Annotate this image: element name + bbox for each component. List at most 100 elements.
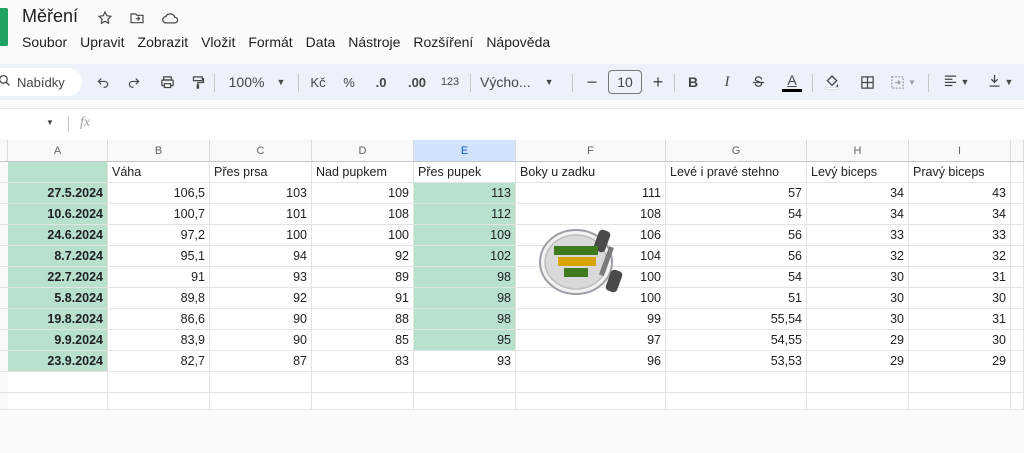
date-cell[interactable]: 5.8.2024 (8, 288, 108, 309)
undo-icon[interactable] (94, 64, 112, 100)
value-cell[interactable]: 57 (666, 183, 807, 204)
value-cell[interactable]: 93 (210, 267, 312, 288)
date-cell[interactable]: 10.6.2024 (8, 204, 108, 225)
header-cell[interactable]: Levé i pravé stehno (666, 162, 807, 183)
value-cell[interactable]: 56 (666, 246, 807, 267)
date-cell[interactable]: 22.7.2024 (8, 267, 108, 288)
merge-cells-icon[interactable]: ▼ (887, 64, 919, 100)
decrease-font-size-button[interactable]: − (582, 64, 602, 100)
formula-input[interactable] (104, 109, 1024, 139)
empty-cell[interactable] (1011, 330, 1024, 351)
menu-item-format[interactable]: Formát (248, 34, 292, 50)
empty-cell[interactable] (1011, 393, 1024, 410)
font-size-input[interactable]: 10 (607, 64, 643, 100)
value-cell[interactable]: 90 (210, 309, 312, 330)
menu-item-data[interactable]: Data (306, 34, 336, 50)
value-cell[interactable]: 86,6 (108, 309, 210, 330)
column-header-a[interactable]: A (8, 140, 108, 162)
empty-cell[interactable] (312, 393, 414, 410)
date-cell[interactable]: 24.6.2024 (8, 225, 108, 246)
empty-cell[interactable] (1011, 372, 1024, 393)
value-cell[interactable]: 108 (516, 204, 666, 225)
value-cell[interactable]: 33 (909, 225, 1011, 246)
value-cell[interactable]: 111 (516, 183, 666, 204)
value-cell[interactable]: 112 (414, 204, 516, 225)
column-header-c[interactable]: C (210, 140, 312, 162)
date-cell[interactable]: 23.9.2024 (8, 351, 108, 372)
value-cell[interactable]: 30 (807, 288, 909, 309)
value-cell[interactable]: 102 (414, 246, 516, 267)
percent-format-button[interactable]: % (339, 64, 359, 100)
value-cell[interactable]: 103 (210, 183, 312, 204)
borders-icon[interactable] (857, 64, 877, 100)
empty-cell[interactable] (210, 393, 312, 410)
value-cell[interactable]: 30 (909, 288, 1011, 309)
value-cell[interactable]: 106,5 (108, 183, 210, 204)
value-cell[interactable]: 100 (312, 225, 414, 246)
value-cell[interactable]: 33 (807, 225, 909, 246)
menu-item-view[interactable]: Zobrazit (138, 34, 189, 50)
column-header-e[interactable]: E (414, 140, 516, 162)
value-cell[interactable]: 98 (414, 267, 516, 288)
sheets-logo-icon[interactable] (0, 8, 8, 46)
value-cell[interactable]: 100,7 (108, 204, 210, 225)
empty-cell[interactable] (312, 372, 414, 393)
value-cell[interactable]: 30 (807, 267, 909, 288)
empty-cell[interactable] (1011, 288, 1024, 309)
increase-decimal-button[interactable]: .00 (402, 64, 432, 100)
menu-item-help[interactable]: Nápověda (486, 34, 550, 50)
select-all-corner[interactable] (0, 140, 8, 162)
currency-format-button[interactable]: Kč (306, 64, 330, 100)
column-header-b[interactable]: B (108, 140, 210, 162)
header-cell[interactable] (8, 162, 108, 183)
header-cell[interactable]: Pravý biceps (909, 162, 1011, 183)
value-cell[interactable]: 31 (909, 267, 1011, 288)
empty-cell[interactable] (807, 372, 909, 393)
value-cell[interactable]: 53,53 (666, 351, 807, 372)
value-cell[interactable]: 29 (909, 351, 1011, 372)
empty-cell[interactable] (1011, 351, 1024, 372)
column-header-g[interactable]: G (666, 140, 807, 162)
header-cell[interactable]: Nad pupkem (312, 162, 414, 183)
column-header-i[interactable]: I (909, 140, 1011, 162)
header-cell[interactable]: Levý biceps (807, 162, 909, 183)
date-cell[interactable]: 8.7.2024 (8, 246, 108, 267)
empty-cell[interactable] (1011, 267, 1024, 288)
value-cell[interactable]: 97 (516, 330, 666, 351)
column-header-more[interactable] (1011, 140, 1024, 162)
menu-item-extensions[interactable]: Rozšíření (413, 34, 473, 50)
name-box[interactable]: ▼ (0, 109, 64, 139)
menu-item-file[interactable]: Soubor (22, 34, 67, 50)
value-cell[interactable]: 92 (210, 288, 312, 309)
value-cell[interactable]: 43 (909, 183, 1011, 204)
empty-cell[interactable] (8, 372, 108, 393)
empty-cell[interactable] (1011, 225, 1024, 246)
empty-cell[interactable] (516, 372, 666, 393)
date-cell[interactable]: 19.8.2024 (8, 309, 108, 330)
italic-button[interactable]: I (717, 64, 737, 100)
value-cell[interactable]: 98 (414, 288, 516, 309)
value-cell[interactable]: 83 (312, 351, 414, 372)
empty-cell[interactable] (1011, 162, 1024, 183)
value-cell[interactable]: 91 (312, 288, 414, 309)
value-cell[interactable]: 89,8 (108, 288, 210, 309)
value-cell[interactable]: 30 (807, 309, 909, 330)
value-cell[interactable]: 93 (414, 351, 516, 372)
value-cell[interactable]: 55,54 (666, 309, 807, 330)
value-cell[interactable]: 34 (909, 204, 1011, 225)
increase-font-size-button[interactable]: + (648, 64, 668, 100)
date-cell[interactable]: 27.5.2024 (8, 183, 108, 204)
value-cell[interactable]: 95,1 (108, 246, 210, 267)
decrease-decimal-button[interactable]: .0 (368, 64, 394, 100)
value-cell[interactable]: 100 (210, 225, 312, 246)
value-cell[interactable]: 99 (516, 309, 666, 330)
empty-cell[interactable] (666, 393, 807, 410)
value-cell[interactable]: 90 (210, 330, 312, 351)
menu-item-insert[interactable]: Vložit (201, 34, 235, 50)
value-cell[interactable]: 98 (414, 309, 516, 330)
value-cell[interactable]: 31 (909, 309, 1011, 330)
value-cell[interactable]: 97,2 (108, 225, 210, 246)
value-cell[interactable]: 29 (807, 330, 909, 351)
column-header-d[interactable]: D (312, 140, 414, 162)
text-color-button[interactable]: A (780, 64, 804, 100)
